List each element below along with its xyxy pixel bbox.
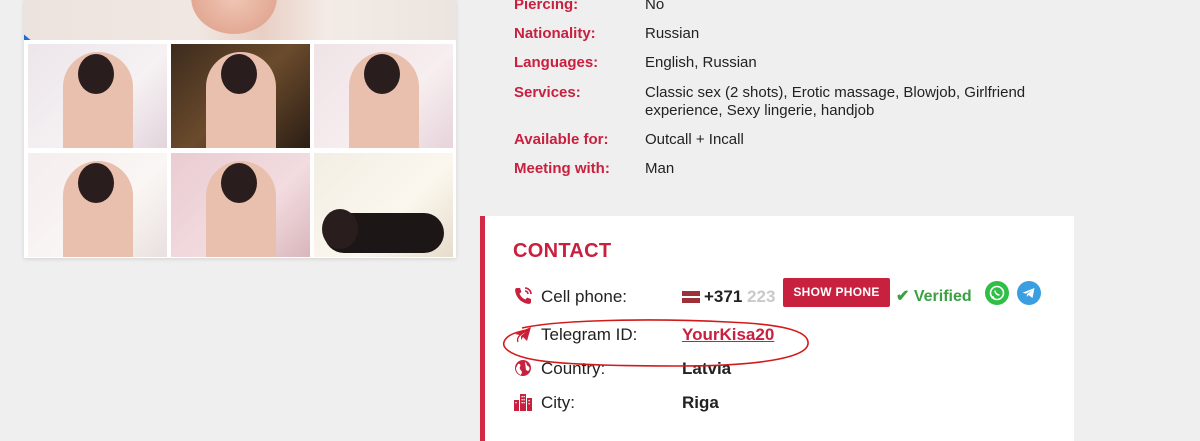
detail-label: Services: — [514, 84, 581, 101]
phone-icon — [513, 286, 533, 306]
phone-hidden-digits: 223 — [747, 287, 776, 306]
city-icon — [513, 392, 533, 412]
country-value: Latvia — [682, 359, 732, 378]
gallery-thumbnail[interactable] — [314, 44, 453, 148]
detail-label: Available for: — [514, 131, 609, 148]
detail-value: Russian — [645, 25, 700, 42]
show-phone-button[interactable]: SHOW PHONE — [783, 278, 890, 307]
detail-value: Classic sex (2 shots), Erotic massage, B… — [645, 84, 1026, 119]
latvia-flag-icon — [682, 291, 700, 303]
gallery-thumbnail[interactable] — [314, 153, 453, 257]
globe-icon — [513, 358, 533, 378]
contact-row-telegram: Telegram ID: YourKisa20 — [513, 322, 913, 346]
phone-number: +371 223 — [704, 287, 776, 306]
detail-value: Man — [645, 160, 675, 177]
contact-card: CONTACT Cell phone: +371 223 SHOW PHONE … — [480, 216, 1074, 441]
gallery-thumbnail[interactable] — [171, 153, 310, 257]
gallery-thumbnail[interactable] — [28, 44, 167, 148]
telegram-icon[interactable] — [1017, 281, 1041, 305]
telegram-label: Telegram ID: — [541, 325, 638, 344]
detail-value: No — [645, 0, 665, 13]
verified-ribbon: VERIFIED — [24, 6, 105, 40]
verified-status: ✔ Verified — [896, 288, 972, 305]
city-label: City: — [541, 393, 575, 412]
whatsapp-icon[interactable] — [985, 281, 1009, 305]
contact-row-city: City: Riga — [513, 390, 913, 414]
detail-label: Languages: — [514, 54, 599, 71]
gallery-thumbnail[interactable] — [171, 44, 310, 148]
contact-row-country: Country: Latvia — [513, 356, 913, 380]
country-label: Country: — [541, 359, 606, 378]
photo-gallery: VERIFIED — [24, 0, 456, 258]
gallery-thumbnail[interactable] — [28, 153, 167, 257]
telegram-id-link[interactable]: YourKisa20 — [682, 325, 774, 345]
detail-value: English, Russian — [645, 54, 757, 71]
contact-title: CONTACT — [513, 240, 612, 262]
city-value: Riga — [682, 393, 719, 412]
main-photo[interactable]: VERIFIED — [24, 0, 456, 40]
detail-label: Piercing: — [514, 0, 579, 13]
check-icon: ✔ — [896, 288, 910, 305]
detail-label: Meeting with: — [514, 160, 610, 177]
detail-value: Outcall + Incall — [645, 131, 744, 148]
cell-phone-label: Cell phone: — [541, 287, 628, 306]
telegram-plane-icon — [513, 324, 533, 344]
contact-row-cell-phone: Cell phone: +371 223 SHOW PHONE ✔ Verifi… — [513, 278, 1073, 308]
detail-label: Nationality: — [514, 25, 596, 42]
